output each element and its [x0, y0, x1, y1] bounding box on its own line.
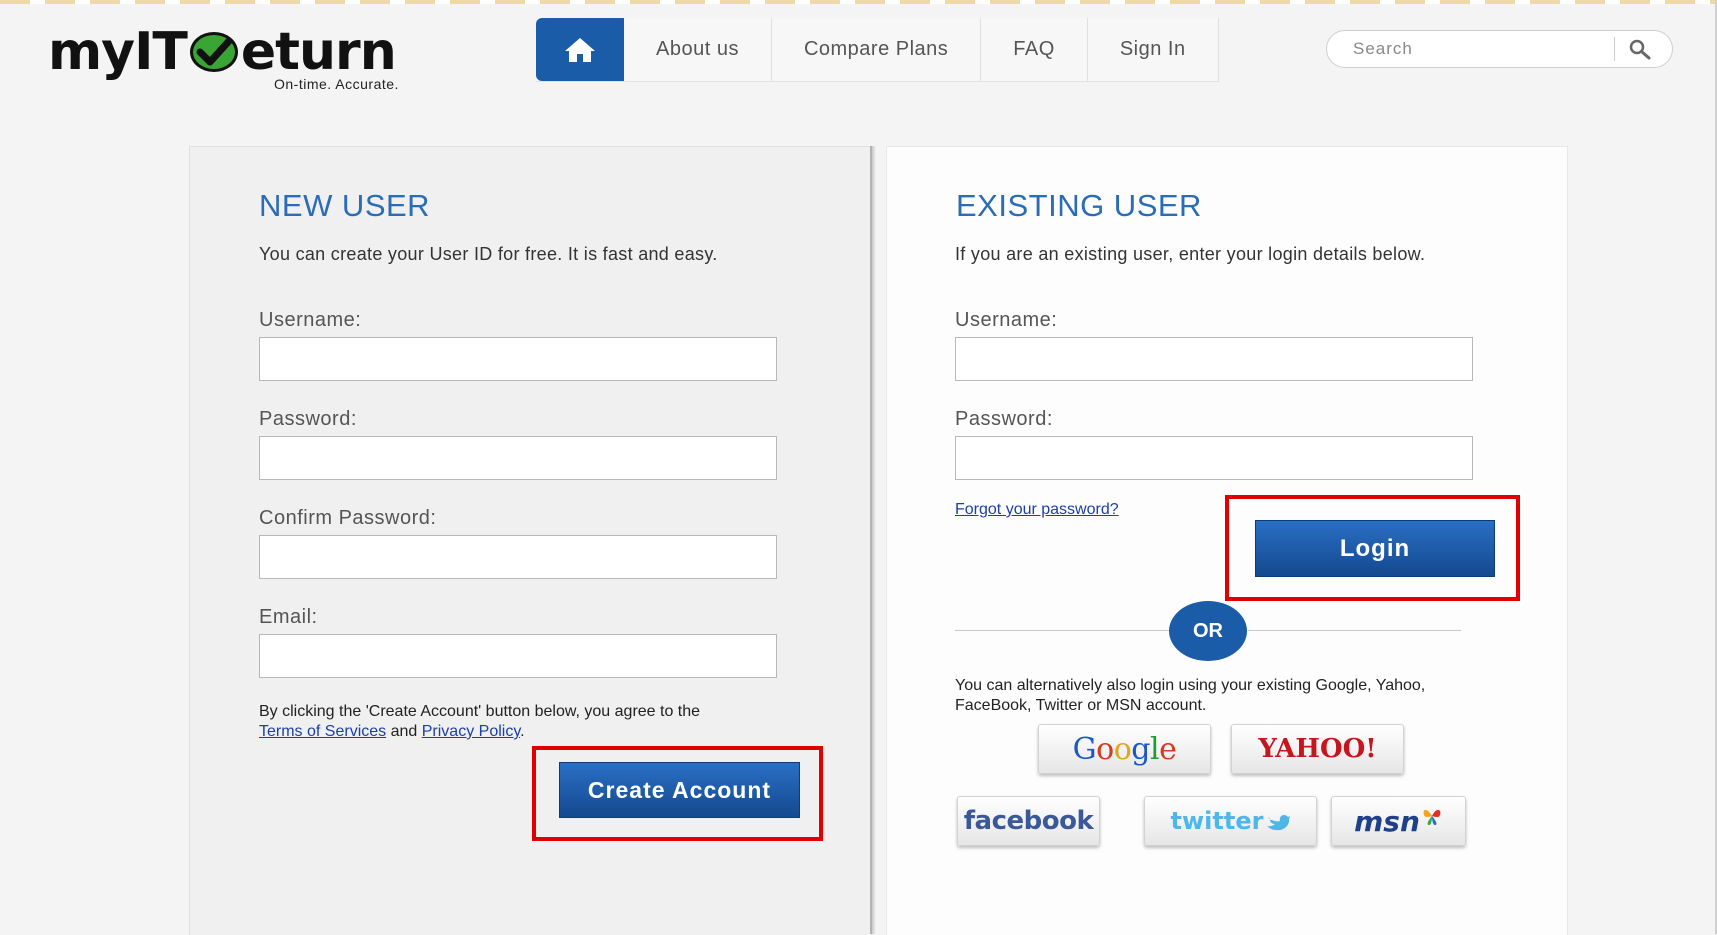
search-input[interactable]	[1329, 33, 1625, 65]
agreement-sentence: By clicking the 'Create Account' button …	[259, 703, 701, 720]
msn-butterfly-icon	[1423, 809, 1441, 825]
confirm-password-input[interactable]	[259, 535, 777, 579]
top-edge	[0, 0, 1717, 4]
agreement-and: and	[390, 723, 418, 740]
nav-sign-in[interactable]: Sign In	[1088, 18, 1219, 81]
search-separator	[1614, 37, 1615, 61]
login-username-input[interactable]	[955, 337, 1473, 381]
checkmark-logo-icon	[189, 32, 238, 72]
main-nav: About us Compare Plans FAQ Sign In	[536, 18, 1219, 82]
login-username-label: Username:	[955, 309, 1058, 331]
login-password-label: Password:	[955, 408, 1053, 430]
logo-tagline: On-time. Accurate.	[274, 76, 399, 92]
twitter-logo: twitter	[1170, 807, 1264, 835]
new-username-label: Username:	[259, 309, 362, 331]
agreement-text: By clicking the 'Create Account' button …	[259, 702, 819, 742]
nav-about-us[interactable]: About us	[624, 18, 772, 81]
new-username-input[interactable]	[259, 337, 777, 381]
create-account-button[interactable]: Create Account	[559, 762, 800, 818]
msn-logo: msn	[1354, 804, 1420, 838]
twitter-login-button[interactable]: twitter	[1144, 796, 1317, 846]
facebook-login-button[interactable]: facebook	[957, 796, 1100, 846]
existing-user-subtext: If you are an existing user, enter your …	[955, 244, 1426, 264]
google-login-button[interactable]: Google	[1038, 724, 1211, 774]
login-password-input[interactable]	[955, 436, 1473, 480]
forgot-password-link[interactable]: Forgot your password?	[955, 501, 1119, 519]
nav-home-button[interactable]	[536, 18, 624, 81]
or-divider-right	[1248, 630, 1461, 631]
terms-of-services-link[interactable]: Terms of Services	[259, 723, 386, 740]
new-password-input[interactable]	[259, 436, 777, 480]
privacy-policy-link[interactable]: Privacy Policy	[422, 723, 520, 740]
logo-text-left: myIT	[48, 22, 188, 82]
search-box	[1326, 30, 1673, 68]
login-button[interactable]: Login	[1255, 520, 1495, 577]
nav-faq[interactable]: FAQ	[981, 18, 1088, 81]
nav-compare-plans[interactable]: Compare Plans	[772, 18, 982, 81]
agreement-period: .	[520, 723, 525, 740]
msn-login-button[interactable]: msn	[1331, 796, 1466, 846]
site-logo[interactable]: myIT eturn On-time. Accurate.	[48, 18, 448, 98]
logo-wordmark: myIT eturn	[48, 22, 397, 82]
or-divider-left	[955, 630, 1170, 631]
yahoo-login-button[interactable]: YAHOO!	[1231, 724, 1404, 774]
search-icon[interactable]	[1627, 37, 1653, 61]
panel-divider-shadow	[870, 146, 876, 934]
existing-user-heading: EXISTING USER	[956, 188, 1202, 223]
new-user-heading: NEW USER	[259, 188, 431, 223]
logo-text-right: eturn	[240, 22, 397, 82]
new-password-label: Password:	[259, 408, 357, 430]
or-badge: OR	[1169, 601, 1247, 661]
email-label: Email:	[259, 606, 318, 628]
google-logo: Google	[1072, 731, 1177, 767]
alternative-login-text: You can alternatively also login using y…	[955, 677, 1426, 714]
new-user-subtext: You can create your User ID for free. It…	[259, 244, 718, 264]
twitter-bird-icon	[1267, 815, 1291, 831]
email-field[interactable]	[259, 634, 777, 678]
facebook-logo: facebook	[963, 806, 1094, 836]
yahoo-logo: YAHOO!	[1258, 734, 1377, 764]
confirm-password-label: Confirm Password:	[259, 507, 437, 529]
home-icon	[565, 37, 595, 62]
